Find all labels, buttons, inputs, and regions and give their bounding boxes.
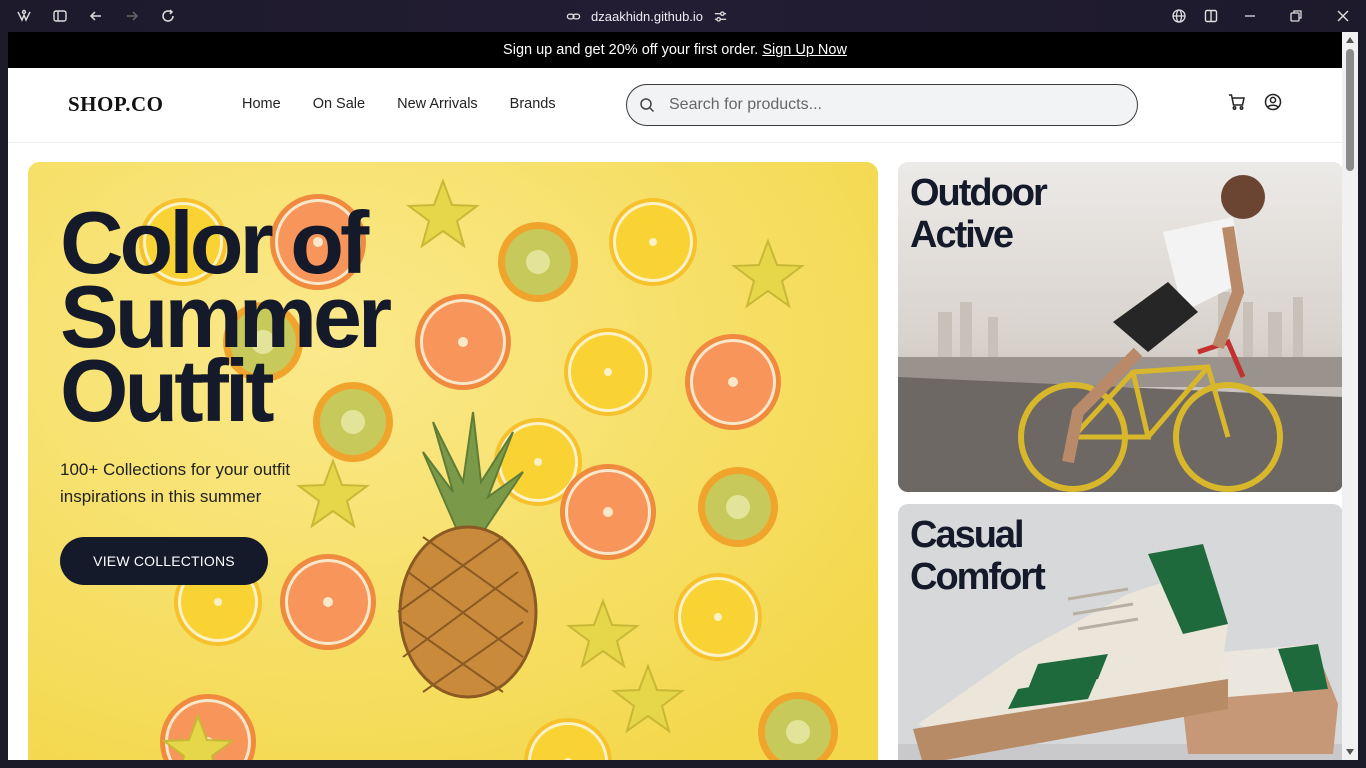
search-input[interactable] — [667, 95, 1111, 115]
back-icon[interactable] — [86, 6, 106, 26]
browser-toolbar: dzaakhidn.github.io — [0, 0, 1366, 32]
site-settings-icon[interactable] — [713, 9, 728, 24]
category-title-outdoor-active: Outdoor Active — [910, 172, 1048, 256]
site-logo[interactable]: SHOP.CO — [68, 92, 164, 117]
sidebar-icon[interactable] — [50, 6, 70, 26]
globe-icon[interactable] — [1169, 6, 1189, 26]
signup-link[interactable]: Sign Up Now — [762, 42, 847, 58]
link-icon — [566, 13, 581, 19]
window-bottom-edge — [0, 760, 1366, 768]
url-text: dzaakhidn.github.io — [591, 8, 704, 24]
nav-home[interactable]: Home — [242, 96, 281, 112]
reload-icon[interactable] — [158, 6, 178, 26]
nav-new-arrivals[interactable]: New Arrivals — [397, 96, 478, 112]
user-icon[interactable] — [1263, 92, 1283, 112]
search-icon — [640, 98, 655, 113]
cart-icon[interactable] — [1227, 92, 1247, 112]
address-bar[interactable]: dzaakhidn.github.io — [566, 7, 728, 25]
scroll-thumb[interactable] — [1346, 49, 1354, 171]
view-collections-button[interactable]: VIEW COLLECTIONS — [60, 537, 268, 585]
scroll-up-arrow[interactable] — [1346, 37, 1354, 43]
promo-text: Sign up and get 20% off your first order… — [503, 42, 759, 58]
hero-subtitle: 100+ Collections for your outfit inspira… — [60, 460, 291, 506]
nav-on-sale[interactable]: On Sale — [313, 96, 365, 112]
scroll-down-arrow[interactable] — [1346, 749, 1354, 755]
minimize-icon[interactable] — [1240, 6, 1260, 26]
hero-title: Color of Summer Outfit — [60, 193, 392, 440]
nav-brands[interactable]: Brands — [510, 96, 556, 112]
hero-banner: Color of Summer Outfit 100+ Collections … — [28, 162, 878, 760]
search-bar[interactable] — [626, 84, 1138, 126]
forward-icon[interactable] — [122, 6, 142, 26]
close-icon[interactable] — [1333, 6, 1353, 26]
restore-icon[interactable] — [1286, 6, 1306, 26]
category-card-outdoor-active[interactable]: Outdoor Active — [898, 162, 1342, 492]
page-viewport: Sign up and get 20% off your first order… — [8, 32, 1342, 760]
extension-icon[interactable] — [14, 6, 34, 26]
main-nav: Home On Sale New Arrivals Brands — [242, 96, 556, 112]
split-view-icon[interactable] — [1201, 6, 1221, 26]
promo-bar: Sign up and get 20% off your first order… — [8, 32, 1342, 68]
site-header: SHOP.CO Home On Sale New Arrivals Brands — [8, 68, 1342, 143]
page-scrollbar[interactable] — [1342, 32, 1358, 760]
category-title-casual-comfort: Casual Comfort — [910, 514, 1046, 598]
category-card-casual-comfort[interactable]: Casual Comfort — [898, 504, 1342, 760]
